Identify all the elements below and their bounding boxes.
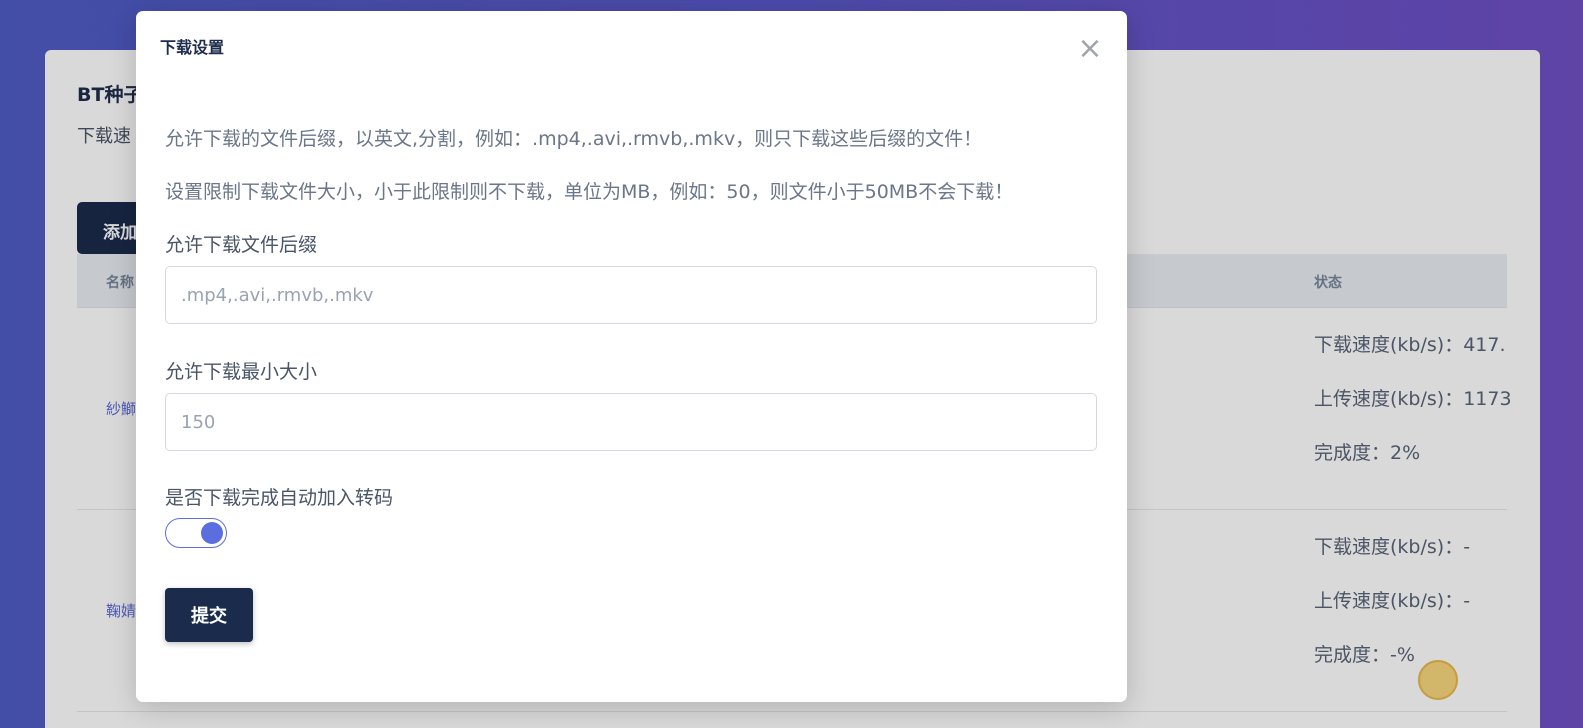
close-icon[interactable]: × bbox=[1076, 34, 1104, 64]
suffix-input[interactable] bbox=[165, 266, 1097, 324]
min-size-input[interactable] bbox=[165, 393, 1097, 451]
suffix-field-label: 允许下载文件后缀 bbox=[165, 234, 318, 256]
auto-transcode-label: 是否下载完成自动加入转码 bbox=[165, 487, 394, 509]
auto-transcode-toggle[interactable] bbox=[165, 518, 227, 548]
submit-button[interactable]: 提交 bbox=[165, 588, 253, 642]
toggle-knob bbox=[201, 521, 223, 544]
size-hint-text: 设置限制下载文件大小，小于此限制则不下载，单位为MB，例如：50，则文件小于50… bbox=[165, 181, 1014, 203]
download-settings-dialog: 下载设置 × 允许下载的文件后缀，以英文,分割，例如：.mp4,.avi,.rm… bbox=[136, 11, 1127, 702]
dialog-title: 下载设置 bbox=[160, 38, 225, 57]
min-size-field-label: 允许下载最小大小 bbox=[165, 361, 318, 383]
suffix-hint-text: 允许下载的文件后缀，以英文,分割，例如：.mp4,.avi,.rmvb,.mkv… bbox=[165, 128, 983, 150]
